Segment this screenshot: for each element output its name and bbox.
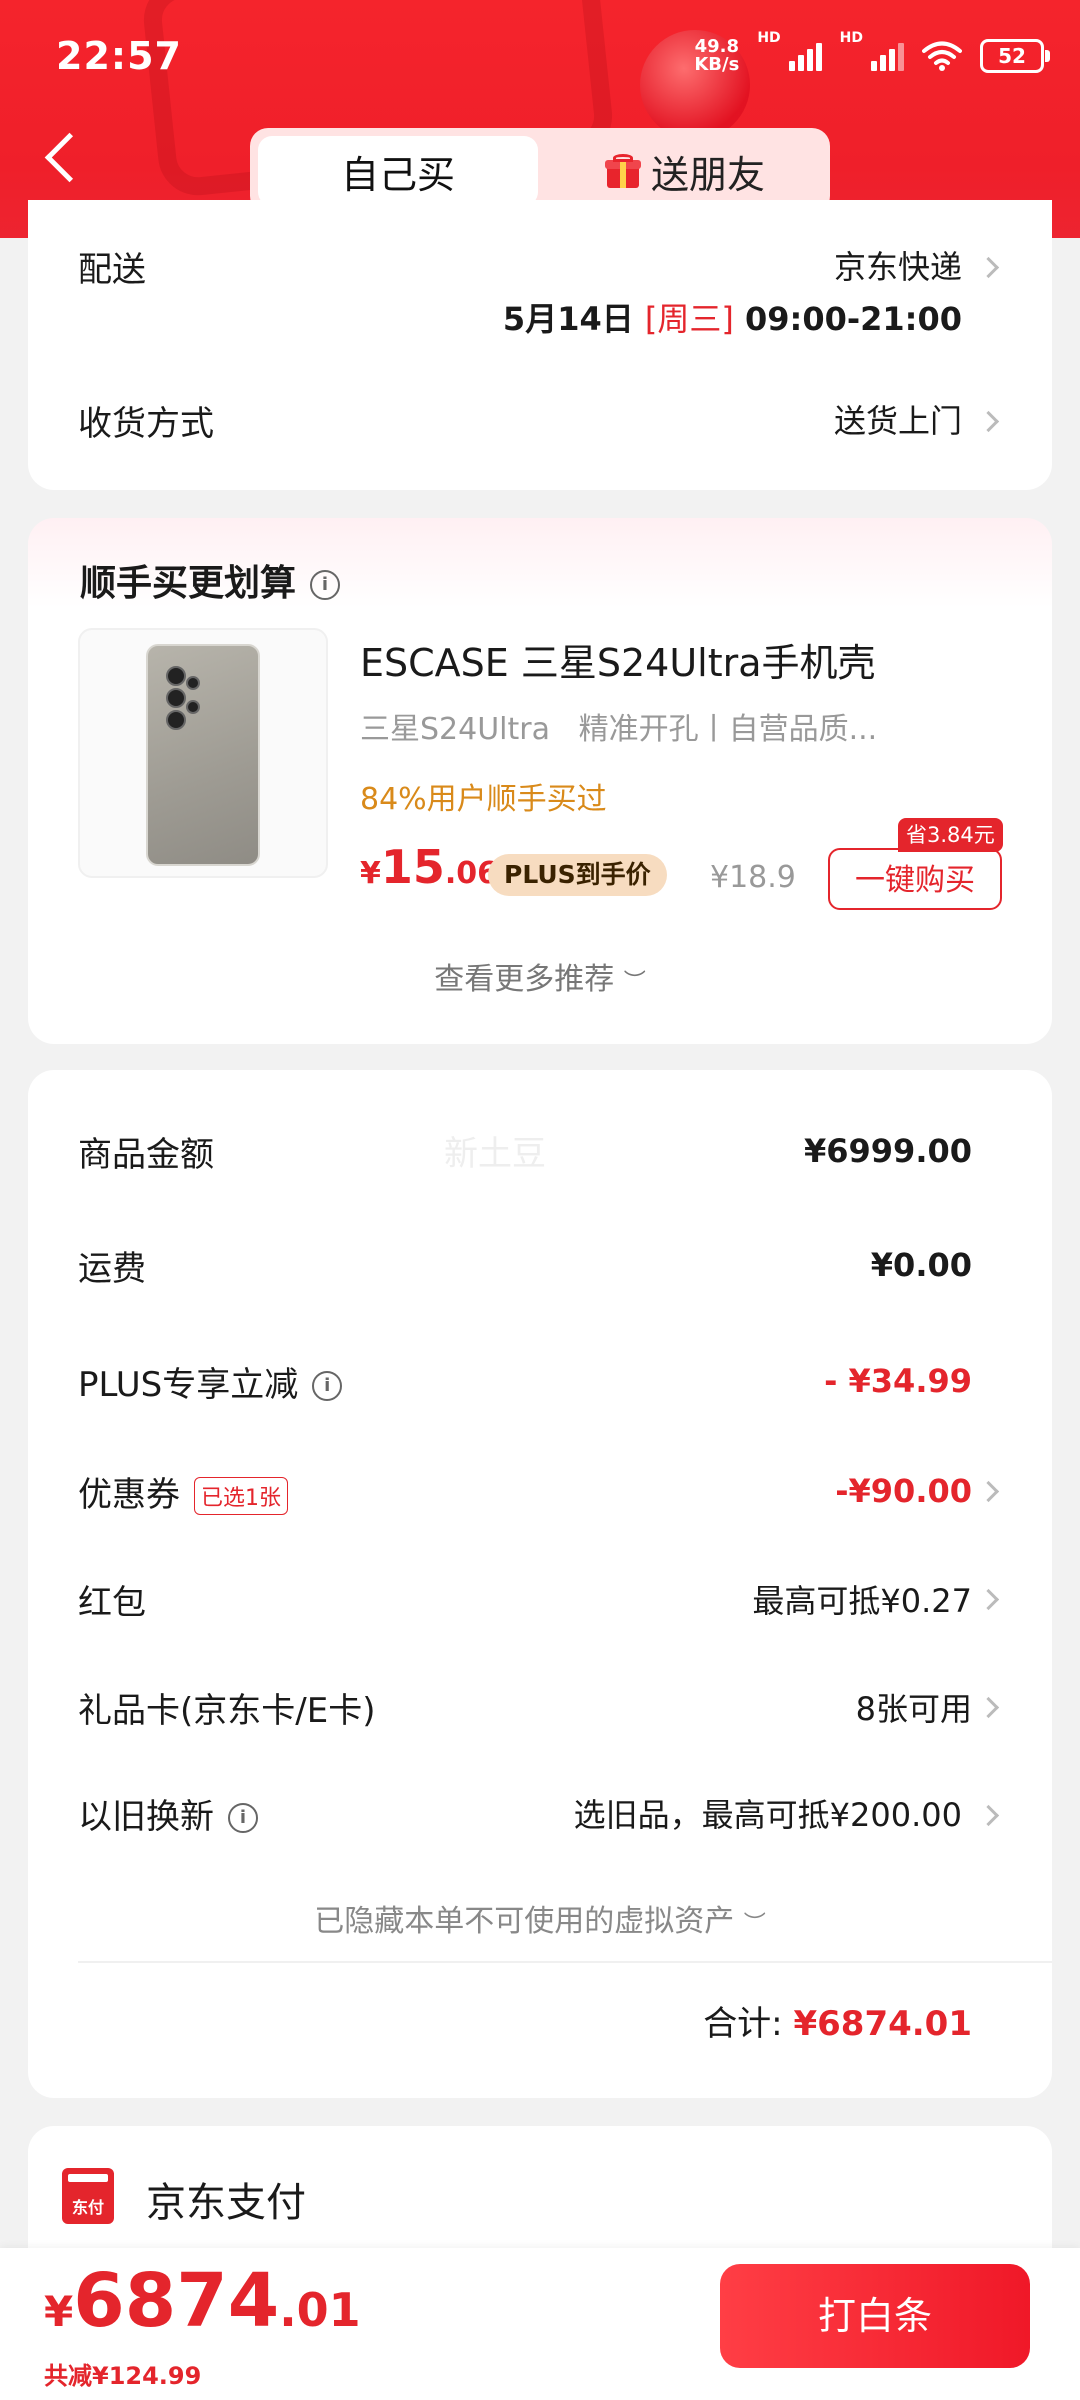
signal-icon: [788, 41, 822, 71]
hidden-assets-toggle[interactable]: 已隐藏本单不可使用的虚拟资产 ︶: [28, 1896, 1052, 1940]
save-badge: 省3.84元: [898, 818, 1003, 852]
info-icon[interactable]: i: [310, 570, 341, 600]
divider: [78, 1961, 1052, 1963]
summary-row-shipping: 运费 ¥0.00: [78, 1246, 972, 1289]
phone-case-image: [146, 644, 260, 866]
info-icon[interactable]: i: [228, 1803, 258, 1833]
delivery-time[interactable]: 5月14日 [周三] 09:00-21:00: [503, 294, 962, 340]
summary-row-plus-discount: PLUS专享立减 i - ¥34.99: [78, 1362, 972, 1405]
tab-gift-label: 送朋友: [650, 152, 765, 197]
summary-row-goods: 商品金额 ¥6999.00: [78, 1132, 972, 1175]
chevron-right-icon: [977, 1804, 1000, 1827]
addon-title: 顺手买更划算 i: [80, 554, 341, 606]
chevron-right-icon: [977, 256, 1000, 279]
summary-row-trade-in[interactable]: 以旧换新 i 选旧品，最高可抵¥200.00: [78, 1788, 962, 1838]
product-title[interactable]: ESCASE 三星S24Ultra手机壳: [360, 632, 876, 687]
status-time: 22:57: [56, 34, 182, 78]
total-amount: ¥6874.01: [793, 2004, 972, 2044]
product-subtitle: 三星S24Ultra 精准开孔丨自营品质...: [360, 712, 878, 747]
total-row: 合计: ¥6874.01: [703, 2004, 972, 2044]
more-recommendations[interactable]: 查看更多推荐 ︶: [28, 954, 1052, 998]
summary-row-gift-card[interactable]: 礼品卡(京东卡/E卡) 8张可用: [78, 1682, 972, 1732]
original-price: ¥18.9: [710, 860, 796, 895]
info-icon[interactable]: i: [312, 1371, 343, 1401]
chevron-right-icon: [977, 1588, 1000, 1611]
total-saved: 共减¥124.99: [44, 2362, 202, 2390]
one-click-buy-button[interactable]: 一键购买: [828, 848, 1002, 910]
signal-icon-2: [871, 41, 904, 71]
back-icon[interactable]: [44, 132, 95, 183]
tab-self[interactable]: 自己买: [258, 136, 538, 206]
product-thumbnail[interactable]: [78, 628, 328, 878]
pay-button[interactable]: 打白条: [720, 2264, 1030, 2368]
chevron-right-icon: [977, 1696, 1000, 1719]
popularity-text: 84%用户顺手买过: [360, 782, 607, 817]
summary-row-coupon[interactable]: 优惠券 已选1张 -¥90.00: [78, 1466, 972, 1516]
addon-card: 顺手买更划算 i ESCASE 三星S24Ultra手机壳 三星S24Ultra …: [28, 518, 1052, 1044]
wifi-icon: [922, 41, 962, 71]
status-icons: 49.8 KB/s HD HD 52: [694, 30, 1050, 82]
jd-pay-icon: 东付: [62, 2168, 114, 2224]
pay-amount: ¥6874.01: [44, 2258, 361, 2344]
tab-gift[interactable]: 送朋友: [550, 136, 820, 206]
checkout-bar: ¥6874.01 共减¥124.99 打白条: [0, 2248, 1080, 2400]
plus-price-tag: PLUS到手价: [488, 854, 667, 896]
network-speed: 49.8 KB/s: [694, 36, 740, 75]
receive-method-value[interactable]: 送货上门: [834, 396, 962, 442]
hd-label: HD: [757, 30, 781, 46]
chevron-right-icon: [977, 1480, 1000, 1503]
hd-label-2: HD: [839, 30, 863, 46]
summary-row-red-packet[interactable]: 红包 最高可抵¥0.27: [78, 1574, 972, 1624]
delivery-label: 配送: [78, 250, 146, 290]
chevron-right-icon: [977, 410, 1000, 433]
delivery-carrier[interactable]: 京东快递: [834, 242, 962, 288]
receive-method-label: 收货方式: [78, 404, 214, 444]
gift-icon: [604, 154, 641, 188]
order-summary-card: 新土豆 商品金额 ¥6999.00 运费 ¥0.00 PLUS专享立减 i - ¥…: [28, 1070, 1052, 2098]
delivery-card: 配送 京东快递 5月14日 [周三] 09:00-21:00 收货方式 送货上门: [28, 200, 1052, 490]
payment-method-label: 京东支付: [146, 2180, 306, 2226]
battery-icon: 52: [980, 39, 1050, 73]
product-price: ¥15.06: [360, 840, 499, 894]
coupon-selected-tag: 已选1张: [194, 1477, 288, 1515]
